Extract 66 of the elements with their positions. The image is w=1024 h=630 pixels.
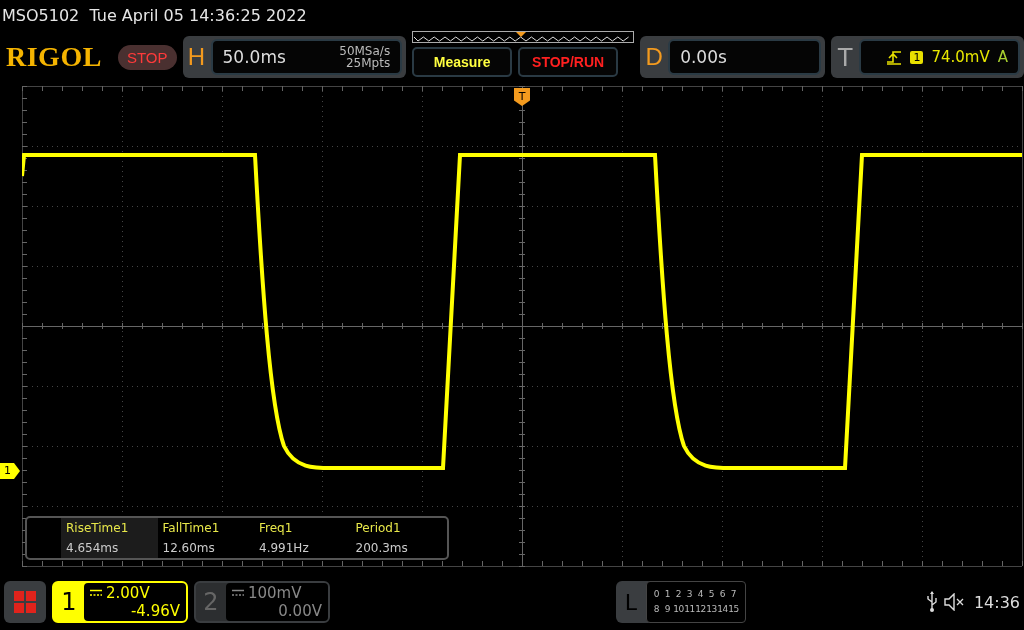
device-title: MSO5102 Tue April 05 14:36:25 2022 xyxy=(1,5,308,27)
digital-channel-number: 0 xyxy=(652,588,661,601)
digital-channel-number: 12 xyxy=(694,603,706,616)
digital-channel-number: 3 xyxy=(685,588,694,601)
digital-channel-number: 14 xyxy=(716,603,728,616)
stop-run-button[interactable]: STOP/RUN xyxy=(518,47,619,77)
trigger-mode: A xyxy=(997,48,1008,66)
panel-label: H xyxy=(186,43,207,71)
digital-channel-number: 6 xyxy=(718,588,727,601)
rising-edge-icon xyxy=(886,49,903,65)
channel-scale: 100mV xyxy=(248,584,302,602)
logic-panel[interactable]: L 0 1 2 3 4 5 6 7 8 9 101112131415 xyxy=(615,581,746,623)
memory-depth: 25Mpts xyxy=(345,57,391,69)
channel-panel[interactable]: 1 2.00V -4.96V xyxy=(52,581,188,623)
digital-channel-number: 8 xyxy=(652,603,661,616)
clock-time: 14:36 xyxy=(973,592,1020,612)
muted-speaker-icon xyxy=(943,593,966,611)
channel-scale: 2.00V xyxy=(106,584,150,602)
channel-offset: -4.96V xyxy=(130,602,180,620)
measurement-item[interactable]: FallTime1 12.60ms xyxy=(157,518,254,558)
measurement-item[interactable]: Freq1 4.991Hz xyxy=(254,518,351,558)
trigger-level: 74.0mV xyxy=(931,48,990,66)
channel-number: 2 xyxy=(202,587,220,618)
trigger-position-marker[interactable]: T xyxy=(514,88,530,106)
dc-coupling-icon xyxy=(232,589,244,597)
usb-icon xyxy=(925,591,938,613)
digital-channel-number: 11 xyxy=(683,603,695,616)
panel-label: L xyxy=(623,588,639,617)
channel-number: 1 xyxy=(60,587,78,618)
run-state-indicator: STOP xyxy=(117,44,177,70)
digital-channel-number: 4 xyxy=(696,588,705,601)
digital-channel-number: 1 xyxy=(663,588,672,601)
digital-channel-number: 7 xyxy=(729,588,738,601)
delay-value: 0.00s xyxy=(680,47,727,67)
trigger-panel[interactable]: T 1 74.0mV A xyxy=(831,36,1024,78)
sample-rate: 50MSa/s xyxy=(339,45,391,57)
measurement-name: RiseTime1 xyxy=(66,520,130,537)
digital-channel-number: 5 xyxy=(707,588,716,601)
menu-icon xyxy=(14,591,36,613)
channel-offset-marker[interactable]: 1 xyxy=(0,463,20,479)
menu-button[interactable] xyxy=(4,581,46,623)
panel-label: D xyxy=(644,43,664,71)
digital-channel-number: 13 xyxy=(705,603,717,616)
horizontal-panel[interactable]: H 50.0ms 50MSa/s 25Mpts xyxy=(182,36,407,78)
channel-panel[interactable]: 2 100mV 0.00V xyxy=(194,581,330,623)
measurement-name: Period1 xyxy=(355,520,402,537)
logo: RIGOL xyxy=(6,41,103,73)
channel-offset: 0.00V xyxy=(278,602,322,620)
dc-coupling-icon xyxy=(90,589,102,597)
measurement-name: Freq1 xyxy=(259,520,294,537)
panel-label: T xyxy=(836,41,855,73)
timebase-value: 50.0ms xyxy=(222,47,286,67)
measurement-item[interactable]: Period1 200.3ms xyxy=(350,518,447,558)
digital-channel-number: 2 xyxy=(674,588,683,601)
measurement-name: FallTime1 xyxy=(162,520,221,537)
digital-channel-number: 10 xyxy=(672,603,684,616)
measurement-item[interactable]: RiseTime1 4.654ms xyxy=(61,518,158,558)
trigger-source: 1 xyxy=(910,50,924,64)
measurement-value: 4.991Hz xyxy=(259,540,310,557)
delay-panel[interactable]: D 0.00s xyxy=(640,36,826,78)
digital-channel-number: 15 xyxy=(727,603,739,616)
measurement-value: 200.3ms xyxy=(355,540,409,557)
digital-channel-number: 9 xyxy=(663,603,672,616)
measurement-value: 12.60ms xyxy=(162,540,216,557)
measure-button[interactable]: Measure xyxy=(412,47,513,77)
measurement-value: 4.654ms xyxy=(66,540,120,557)
